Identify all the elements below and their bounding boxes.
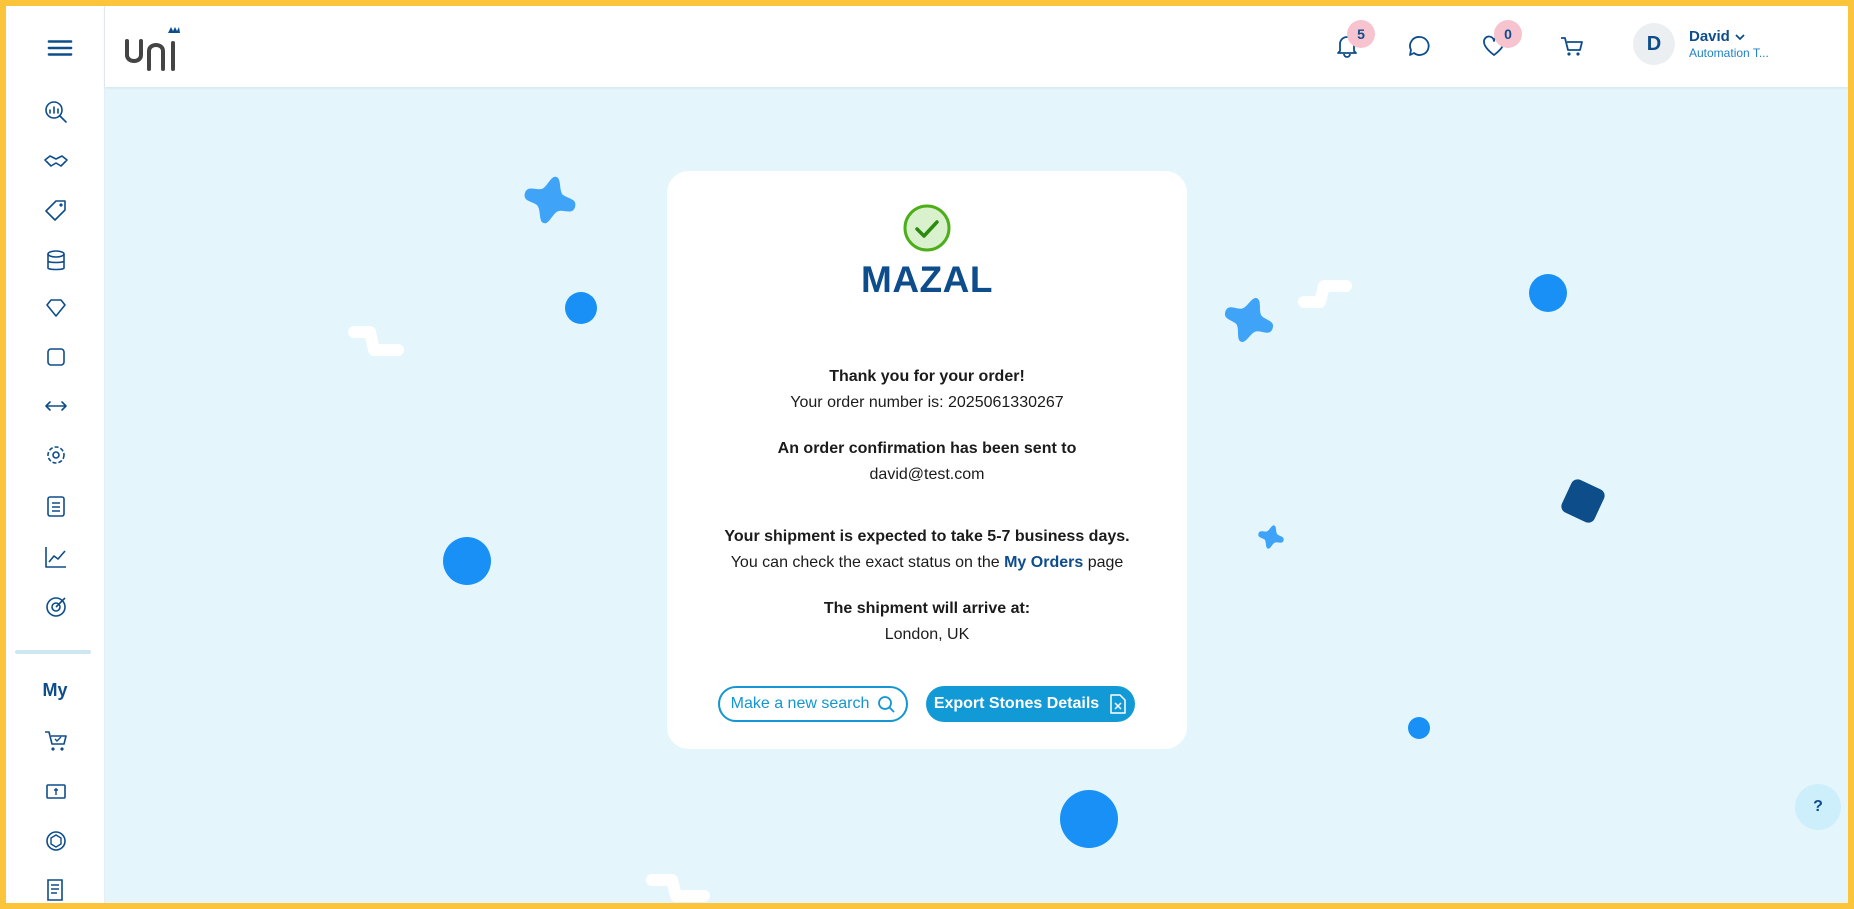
chevron-down-icon <box>1735 33 1745 40</box>
new-search-label: Make a new search <box>730 695 870 712</box>
diamond-icon[interactable] <box>32 291 80 325</box>
notifications-badge: 5 <box>1347 20 1375 48</box>
success-check-icon <box>903 204 951 252</box>
hamburger-icon <box>47 40 73 56</box>
cart-icon <box>1561 37 1583 56</box>
decor-circle <box>565 292 597 324</box>
user-role: Automation T... <box>1689 46 1769 60</box>
decor-circle <box>1408 717 1430 739</box>
favorites-badge: 0 <box>1494 20 1522 48</box>
order-number-text: Your order number is: 2025061330267 <box>790 394 1064 411</box>
order-confirmation-card: MAZAL Thank you for your order! Your ord… <box>667 171 1187 749</box>
gear-heart-icon[interactable] <box>32 438 80 472</box>
clipboard-icon[interactable] <box>32 489 80 523</box>
export-label: Export Stones Details <box>933 695 1100 712</box>
export-stones-button[interactable]: Export Stones Details <box>926 686 1135 722</box>
database-icon[interactable] <box>32 244 80 278</box>
sidebar-divider <box>15 650 91 654</box>
favorites-button[interactable]: 0 <box>1476 20 1522 64</box>
notifications-button[interactable]: 5 <box>1329 20 1375 64</box>
menu-icon[interactable] <box>36 31 84 65</box>
thank-you-text: Thank you for your order! <box>829 368 1025 385</box>
decor-rounded-square <box>1561 479 1605 523</box>
decor-circle <box>1529 274 1567 312</box>
app-frame: My 5 0 D David Automation T... MAZAL Tha… <box>6 6 1848 903</box>
order-status-text: You can check the exact status on the My… <box>667 554 1187 572</box>
help-button[interactable]: ? <box>1795 784 1841 830</box>
uni-logo[interactable] <box>123 21 183 71</box>
decor-circle <box>443 537 491 585</box>
cart-check-icon[interactable] <box>32 724 80 758</box>
arrive-label: The shipment will arrive at: <box>823 600 1031 617</box>
shipment-expected-text: Your shipment is expected to take 5-7 bu… <box>724 528 1130 545</box>
line-chart-icon[interactable] <box>32 540 80 574</box>
sidebar: My <box>6 6 105 903</box>
user-name: David <box>1689 28 1730 45</box>
top-header: 5 0 D David Automation T... <box>105 6 1848 87</box>
list-icon[interactable] <box>32 873 80 903</box>
confirmation-sent-text: An order confirmation has been sent to <box>777 440 1077 457</box>
confirmation-email: david@test.com <box>869 466 985 483</box>
chat-bubble-icon <box>1409 36 1430 56</box>
tag-icon[interactable] <box>32 194 80 228</box>
user-menu[interactable]: David <box>1689 28 1746 45</box>
handshake-icon[interactable] <box>32 145 80 179</box>
decor-circle <box>1060 790 1118 848</box>
target-icon[interactable] <box>32 590 80 624</box>
excel-file-icon <box>1110 694 1126 714</box>
avatar[interactable]: D <box>1633 23 1675 65</box>
sidebar-section-label: My <box>42 680 68 700</box>
my-orders-link[interactable]: My Orders <box>1004 554 1083 571</box>
arrive-location: London, UK <box>884 626 970 643</box>
search-icon <box>878 696 895 713</box>
cart-button[interactable] <box>1554 28 1590 64</box>
status-suffix: page <box>1087 554 1124 571</box>
box-icon[interactable] <box>32 824 80 858</box>
decor-squiggle <box>1298 280 1352 308</box>
decor-star-shape <box>1224 298 1274 342</box>
brand-name: MAZAL <box>861 259 993 300</box>
rounded-square-icon[interactable] <box>32 340 80 374</box>
status-prefix: You can check the exact status on the <box>730 554 1000 571</box>
invoice-icon[interactable] <box>32 774 80 808</box>
messages-button[interactable] <box>1402 28 1438 64</box>
decor-star-shape <box>1258 525 1284 549</box>
horizontal-arrows-icon[interactable] <box>32 389 80 423</box>
new-search-button[interactable]: Make a new search <box>718 686 908 722</box>
decor-squiggle <box>646 874 710 902</box>
decor-squiggle <box>348 326 404 356</box>
search-analytics-icon[interactable] <box>32 95 80 129</box>
decor-star-shape <box>524 176 576 224</box>
